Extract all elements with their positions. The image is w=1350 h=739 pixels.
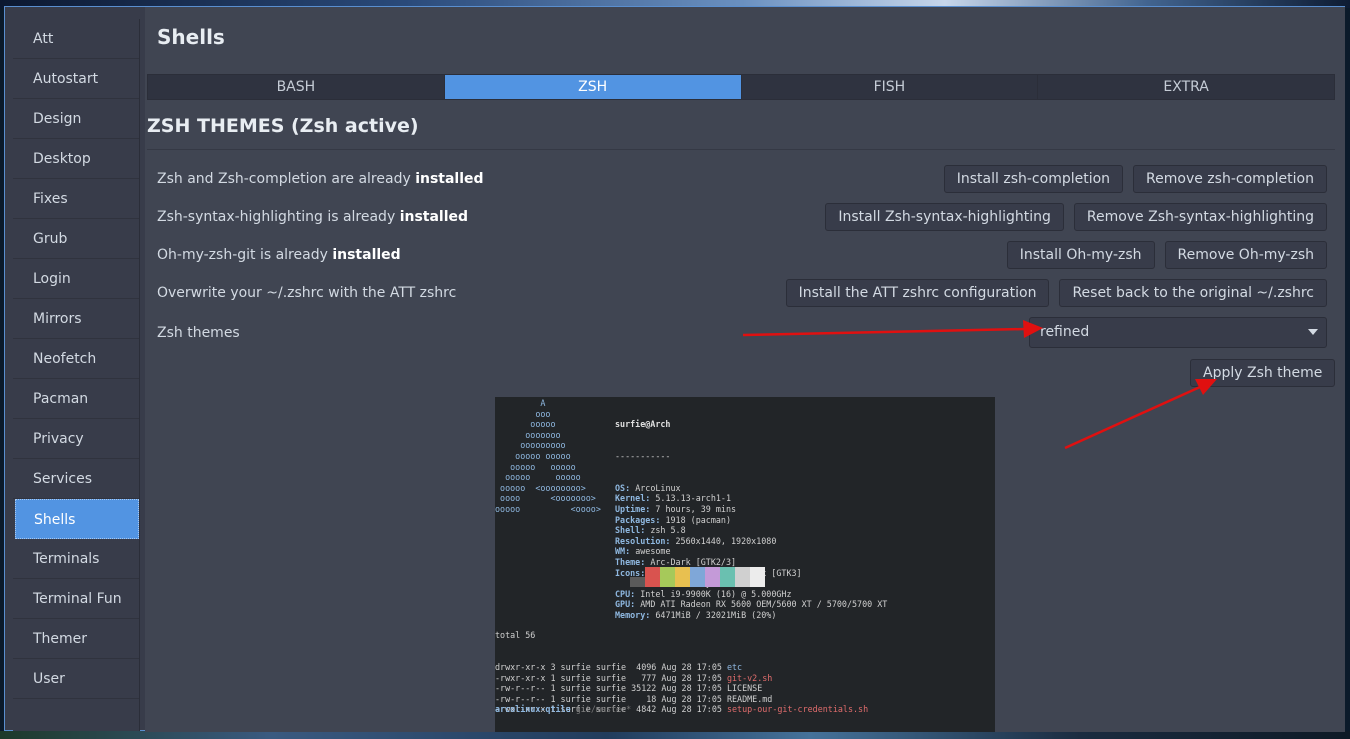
logo-line: A — [495, 398, 546, 408]
color-swatch — [705, 567, 720, 587]
logo-line: ooooooo — [495, 429, 561, 440]
ls-filename: README.md — [726, 693, 773, 704]
neofetch-dashes: ----------- — [615, 450, 671, 461]
ls-filename: git-v2.sh — [726, 672, 773, 683]
color-swatch — [690, 567, 705, 587]
neofetch-key: Theme — [615, 556, 641, 567]
sidebar-item-neofetch[interactable]: Neofetch — [13, 339, 139, 379]
sidebar-item-terminal-fun[interactable]: Terminal Fun — [13, 579, 139, 619]
color-swatch — [720, 567, 735, 587]
neofetch-line: OS: ArcoLinux — [615, 482, 681, 493]
neofetch-host: surfie@Arch — [615, 419, 671, 430]
neofetch-key: Kernel — [615, 493, 646, 504]
color-swatches — [615, 567, 765, 587]
neofetch-value: AMD ATI Radeon RX 5600 OEM/5600 XT / 570… — [640, 599, 888, 610]
neofetch-value: awesome — [635, 546, 671, 557]
color-swatch — [750, 567, 765, 587]
sidebar-item-grub[interactable]: Grub — [13, 219, 139, 259]
sidebar-item-privacy[interactable]: Privacy — [13, 419, 139, 459]
neofetch-line: WM: awesome — [615, 546, 671, 557]
ls-perm: drwxr-xr-x 3 surfie surfie 4096 Aug 28 1… — [495, 661, 727, 672]
arrow-to-theme-select — [742, 320, 1043, 338]
sidebar-item-user[interactable]: User — [13, 659, 139, 699]
ls-total: total 56 — [495, 630, 536, 641]
sidebar-item-design[interactable]: Design — [13, 99, 139, 139]
neofetch-value: 1918 (pacman) — [665, 514, 731, 525]
color-swatch — [735, 567, 750, 587]
sidebar-item-autostart[interactable]: Autostart — [13, 59, 139, 99]
ls-line: -rwxr-xr-x 1 surfie surfie 777 Aug 28 17… — [495, 673, 868, 684]
neofetch-key: GPU — [615, 599, 631, 610]
prompt-host: arcolinux-qtile — [495, 704, 571, 715]
neofetch-info: surfie@Arch ----------- OS: ArcoLinux Ker… — [615, 398, 887, 642]
neofetch-value: 2560x1440, 1920x1080 — [675, 535, 777, 546]
neofetch-line: Uptime: 7 hours, 39 mins — [615, 503, 737, 514]
neofetch-key: Resolution — [615, 535, 666, 546]
sidebar-item-fixes[interactable]: Fixes — [13, 179, 139, 219]
neofetch-value: ArcoLinux — [635, 482, 681, 493]
sidebar-item-pacman[interactable]: Pacman — [13, 379, 139, 419]
neofetch-line: Resolution: 2560x1440, 1920x1080 — [615, 535, 777, 546]
arcolinux-logo-ascii: A ooo ooooo ooooooo ooooooooo ooooo oooo… — [495, 398, 605, 515]
ls-filename: setup-our-git-credentials.sh — [726, 704, 869, 715]
ls-line: drwxr-xr-x 3 surfie surfie 4096 Aug 28 1… — [495, 662, 868, 673]
neofetch-line: Packages: 1918 (pacman) — [615, 514, 731, 525]
sidebar-item-shells[interactable]: Shells — [15, 499, 139, 539]
color-swatch — [630, 577, 645, 587]
color-swatch — [645, 567, 660, 587]
logo-line: ooooooooo — [495, 440, 566, 451]
ls-perm: -rwxr-xr-x 1 surfie surfie 777 Aug 28 17… — [495, 672, 727, 683]
logo-line: ooo — [495, 408, 551, 419]
logo-line: ooooo ooooo — [495, 450, 571, 461]
sidebar-item-themer[interactable]: Themer — [13, 619, 139, 659]
prompt-branch: git/master* — [575, 704, 632, 715]
neofetch-key: Shell — [615, 525, 641, 536]
neofetch-line: Shell: zsh 5.8 — [615, 525, 686, 536]
neofetch-value: Arc-Dark [GTK2/3] — [650, 556, 737, 567]
neofetch-key: WM — [615, 546, 626, 557]
neofetch-key: Packages — [615, 514, 656, 525]
color-swatch — [660, 567, 675, 587]
neofetch-key: CPU — [615, 588, 631, 599]
logo-line: ooooo <oooo> — [495, 503, 601, 514]
neofetch-line: Theme: Arc-Dark [GTK2/3] — [615, 556, 737, 567]
neofetch-key: OS — [615, 482, 626, 493]
neofetch-line: CPU: Intel i9-9900K (16) @ 5.000GHz — [615, 588, 792, 599]
arrow-to-apply-button — [1064, 379, 1217, 450]
neofetch-value: zsh 5.8 — [650, 525, 686, 536]
shell-prompt: arcolinux-qtile git/master* ❯ _ — [495, 683, 631, 732]
logo-line: ooooo <oooooooo> — [495, 482, 586, 493]
neofetch-value: Intel i9-9900K (16) @ 5.000GHz — [640, 588, 792, 599]
main-panel: Shells BASH ZSH FISH EXTRA ZSH THEMES (Zsh … — [145, 7, 1345, 732]
logo-line: ooooo ooooo — [495, 472, 581, 483]
color-swatch — [675, 567, 690, 587]
ls-filename: LICENSE — [726, 683, 763, 694]
neofetch-value: 5.13.13-arch1-1 — [655, 493, 731, 504]
logo-line: oooo <ooooooo> — [495, 493, 596, 504]
sidebar-item-terminals[interactable]: Terminals — [13, 539, 139, 579]
neofetch-key: Uptime — [615, 503, 646, 514]
ls-filename: etc — [726, 661, 743, 672]
app-window: Att Autostart Design Desktop Fixes Grub Login M… — [4, 6, 1345, 732]
neofetch-line: Kernel: 5.13.13-arch1-1 — [615, 493, 731, 504]
neofetch-value: 7 hours, 39 mins — [655, 503, 737, 514]
desktop-background-bottom — [0, 731, 1350, 739]
sidebar-item-desktop[interactable]: Desktop — [13, 139, 139, 179]
logo-line: ooooo ooooo — [495, 461, 576, 472]
logo-line: ooooo — [495, 419, 556, 430]
sidebar-item-services[interactable]: Services — [13, 459, 139, 499]
sidebar-item-login[interactable]: Login — [13, 259, 139, 299]
sidebar-item-mirrors[interactable]: Mirrors — [13, 299, 139, 339]
color-swatch — [615, 577, 630, 587]
theme-preview-image: A ooo ooooo ooooooo ooooooooo ooooo oooo… — [495, 397, 995, 732]
sidebar-item-att[interactable]: Att — [13, 19, 139, 59]
sidebar: Att Autostart Design Desktop Fixes Grub Login M… — [13, 19, 140, 731]
